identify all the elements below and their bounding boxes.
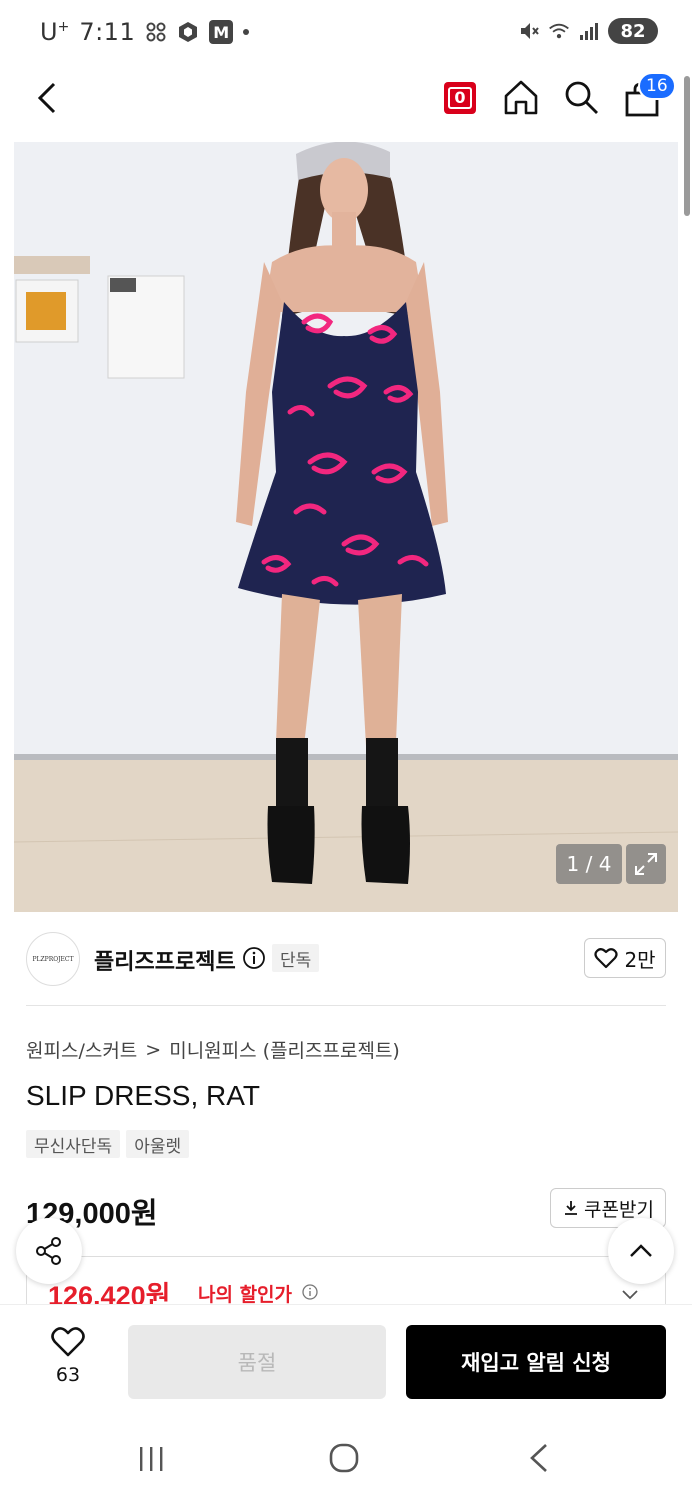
- expand-icon: [635, 853, 657, 875]
- discount-label: 나의 할인가: [198, 1284, 293, 1306]
- battery-level: 82: [620, 20, 646, 42]
- status-left: U+ 7:11 M: [40, 18, 250, 46]
- cart-count-badge: 16: [638, 72, 676, 100]
- info-icon: [302, 1284, 318, 1300]
- zero-benefit-button[interactable]: 0: [444, 82, 476, 114]
- brand-logo-text: PLZPROJECT: [32, 955, 74, 963]
- divider: [26, 1005, 666, 1006]
- heart-icon: [594, 948, 619, 969]
- discount-info-button[interactable]: [302, 1284, 318, 1300]
- wishlist-count: 63: [55, 1364, 81, 1386]
- discount-expand-button[interactable]: [620, 1284, 640, 1304]
- system-home-button[interactable]: [328, 1442, 360, 1474]
- chevron-left-icon: [37, 82, 56, 114]
- image-counter: 1 / 4: [556, 844, 622, 884]
- home-icon: [504, 80, 538, 115]
- status-right: 82: [518, 18, 658, 44]
- product-title: SLIP DRESS, RAT: [26, 1080, 260, 1111]
- clock: 7:11: [79, 18, 136, 46]
- cube-icon: [177, 21, 199, 43]
- share-button[interactable]: [16, 1218, 82, 1284]
- status-bar: U+ 7:11 M 82: [0, 0, 692, 66]
- brand-like-count: 2만: [624, 947, 656, 972]
- breadcrumb: 원피스/스커트 > 미니원피스 (플리즈프로젝트): [26, 1036, 400, 1063]
- mute-icon: [518, 20, 540, 42]
- zero-badge-label: 0: [448, 87, 472, 109]
- notification-dot-icon: [243, 29, 250, 35]
- recent-apps-button[interactable]: [136, 1444, 166, 1474]
- share-icon: [36, 1237, 61, 1265]
- scroll-top-button[interactable]: [608, 1218, 674, 1284]
- chevron-down-icon: [622, 1290, 638, 1300]
- m-app-icon: M: [209, 20, 234, 44]
- restock-alert-button[interactable]: 재입고 알림 신청: [406, 1325, 666, 1399]
- sold-out-button[interactable]: 품절: [128, 1325, 386, 1399]
- app-grid-icon: [145, 21, 167, 43]
- info-icon: [243, 947, 265, 969]
- product-photo: [14, 142, 678, 912]
- home-button[interactable]: [502, 78, 540, 116]
- wifi-icon: [548, 20, 570, 42]
- breadcrumb-subcategory[interactable]: 미니원피스 (플리즈프로젝트): [169, 1036, 400, 1063]
- search-button[interactable]: [562, 78, 600, 116]
- breadcrumb-category[interactable]: 원피스/스커트: [26, 1036, 137, 1063]
- tag-outlet: 아울렛: [126, 1130, 190, 1158]
- wishlist-button[interactable]: 63: [40, 1326, 96, 1396]
- exclusive-tag: 단독: [272, 944, 320, 972]
- back-button[interactable]: [30, 80, 66, 116]
- chevron-up-icon: [630, 1244, 652, 1257]
- search-icon: [565, 81, 598, 114]
- back-arrow-icon: [530, 1444, 547, 1472]
- home-circle-icon: [329, 1443, 359, 1473]
- download-icon: [565, 1201, 578, 1215]
- fullscreen-button[interactable]: [626, 844, 666, 884]
- brand-logo[interactable]: PLZPROJECT: [26, 932, 80, 986]
- signal-icon: [578, 20, 600, 42]
- brand-info-button[interactable]: [242, 946, 266, 970]
- brand-name[interactable]: 플리즈프로젝트: [94, 944, 236, 976]
- page-scrollbar[interactable]: [684, 76, 690, 216]
- tag-musinsa-exclusive: 무신사단독: [26, 1130, 121, 1158]
- product-tags: 무신사단독 아울렛: [26, 1130, 190, 1158]
- product-image[interactable]: [14, 142, 678, 912]
- brand-like-button[interactable]: 2만: [584, 938, 666, 978]
- battery-indicator: 82: [608, 18, 658, 44]
- heart-icon: [51, 1327, 85, 1357]
- system-back-button[interactable]: [524, 1442, 554, 1474]
- breadcrumb-separator: >: [145, 1038, 162, 1061]
- recent-apps-icon: [140, 1447, 163, 1471]
- carrier-label: U+: [40, 18, 70, 46]
